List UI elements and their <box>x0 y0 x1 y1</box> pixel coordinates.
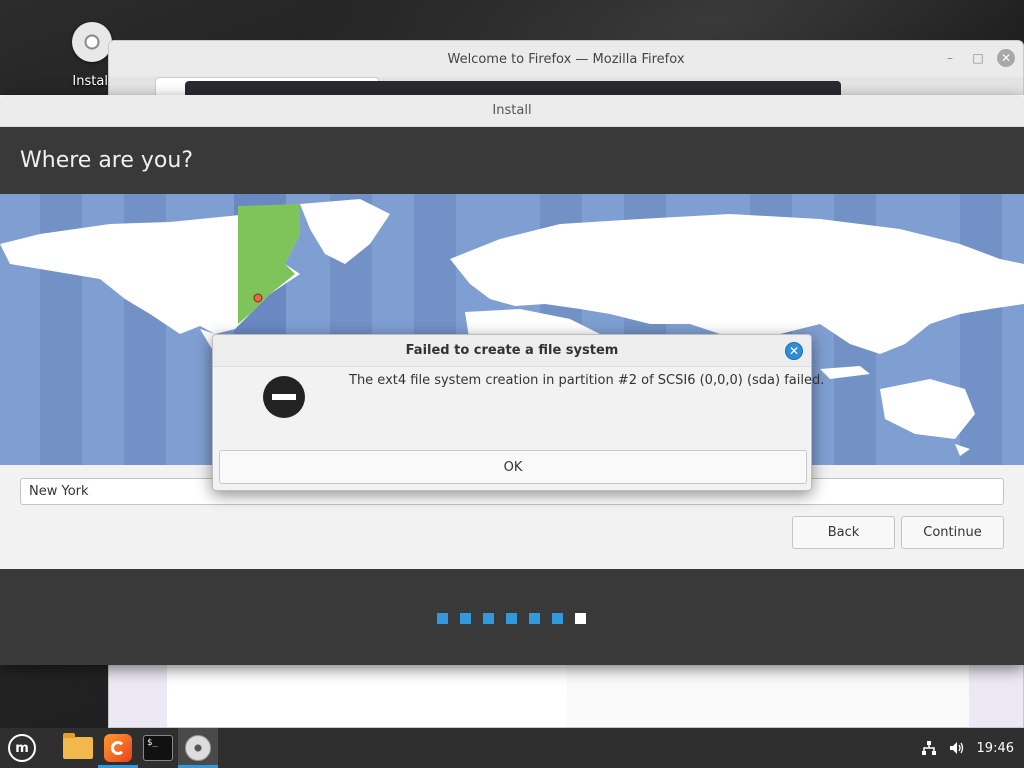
dialog-title: Failed to create a file system <box>405 343 619 358</box>
installer-titlebar[interactable]: Install <box>0 95 1024 127</box>
firefox-window-title: Welcome to Firefox — Mozilla Firefox <box>447 51 685 67</box>
firefox-titlebar[interactable]: Welcome to Firefox — Mozilla Firefox – □… <box>109 41 1023 77</box>
system-tray: 19:46 <box>921 728 1014 768</box>
continue-button[interactable]: Continue <box>901 516 1004 549</box>
progress-step-done <box>529 613 540 624</box>
disc-icon <box>72 22 112 62</box>
firefox-window-controls: – □ ✕ <box>941 49 1015 67</box>
install-disc-icon <box>185 735 211 761</box>
progress-step-done <box>552 613 563 624</box>
close-icon[interactable]: ✕ <box>997 49 1015 67</box>
minimize-icon[interactable]: – <box>941 49 959 67</box>
error-dialog: Failed to create a file system ✕ The ext… <box>212 334 824 491</box>
close-icon[interactable]: ✕ <box>785 342 803 360</box>
mint-menu-button[interactable]: m <box>2 728 42 768</box>
mint-menu-icon: m <box>8 734 36 762</box>
installer-window-title: Install <box>492 103 532 118</box>
back-button[interactable]: Back <box>792 516 895 549</box>
files-launcher[interactable] <box>58 728 98 768</box>
volume-icon[interactable] <box>949 740 965 756</box>
ok-button[interactable]: OK <box>219 450 807 484</box>
maximize-icon[interactable]: □ <box>969 49 987 67</box>
terminal-icon: $_ <box>143 735 173 761</box>
files-icon <box>63 733 93 759</box>
firefox-launcher[interactable] <box>98 728 138 768</box>
progress-step-done <box>437 613 448 624</box>
progress-step-done <box>460 613 471 624</box>
installer-header: Where are you? <box>0 127 1024 194</box>
install-launcher[interactable] <box>178 728 218 768</box>
progress-step-done <box>483 613 494 624</box>
page-title: Where are you? <box>20 148 193 173</box>
progress-step-current <box>575 613 586 624</box>
progress-step-done <box>506 613 517 624</box>
clock[interactable]: 19:46 <box>977 741 1014 756</box>
error-stop-icon <box>263 376 305 418</box>
dialog-message: The ext4 file system creation in partiti… <box>349 373 825 388</box>
firefox-icon <box>104 734 132 762</box>
network-icon[interactable] <box>921 740 937 756</box>
progress-steps <box>437 613 586 624</box>
dialog-titlebar[interactable]: Failed to create a file system ✕ <box>213 335 811 367</box>
installer-footer <box>0 569 1024 665</box>
taskbar: m $_ 19:46 <box>0 728 1024 768</box>
terminal-launcher[interactable]: $_ <box>138 728 178 768</box>
